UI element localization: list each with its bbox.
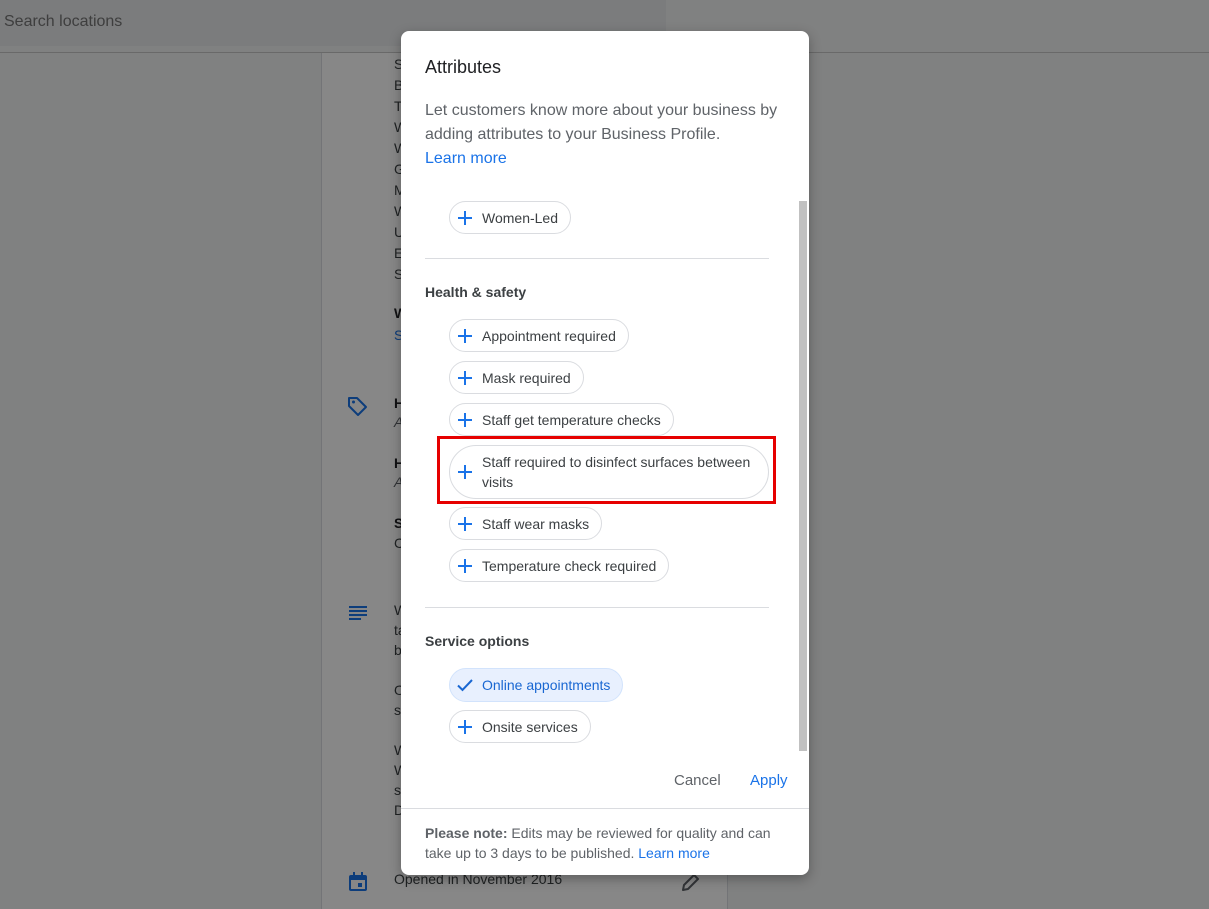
chip-staff-temperature-checks[interactable]: Staff get temperature checks: [449, 403, 674, 436]
attributes-dialog: Attributes Let customers know more about…: [401, 31, 809, 875]
chip-label: Appointment required: [482, 327, 616, 344]
chip-temperature-check-required[interactable]: Temperature check required: [449, 549, 670, 582]
dialog-footer-note: Please note: Edits may be reviewed for q…: [425, 823, 785, 863]
chip-label: Women-Led: [482, 209, 559, 226]
note-label: Please note:: [425, 825, 508, 841]
plus-icon: [458, 516, 472, 531]
chip-label: Temperature check required: [482, 557, 657, 574]
chip-mask-required[interactable]: Mask required: [449, 361, 584, 394]
check-icon: [457, 679, 473, 692]
chip-label: Staff wear masks: [482, 515, 590, 532]
plus-icon: [458, 210, 472, 225]
dialog-description: Let customers know more about your busin…: [425, 99, 787, 171]
section-divider: [425, 607, 769, 608]
cancel-button[interactable]: Cancel: [674, 772, 721, 789]
service-options-title: Service options: [425, 633, 530, 649]
chip-onsite-services[interactable]: Onsite services: [449, 710, 591, 743]
chip-women-led[interactable]: Women-Led: [449, 201, 572, 234]
highlight-box: [437, 436, 776, 504]
description-text: Let customers know more about your busin…: [425, 102, 778, 143]
plus-icon: [458, 719, 472, 734]
chip-label: Staff get temperature checks: [482, 411, 661, 428]
chip-label: Online appointments: [482, 677, 611, 693]
chip-online-appointments[interactable]: Online appointments: [449, 668, 624, 702]
section-divider: [425, 258, 769, 259]
chip-label: Onsite services: [482, 718, 578, 735]
plus-icon: [458, 328, 472, 343]
health-safety-title: Health & safety: [425, 284, 527, 300]
footer-divider: [401, 808, 809, 809]
apply-button[interactable]: Apply: [750, 772, 788, 789]
scrollbar-thumb[interactable]: [799, 201, 807, 751]
plus-icon: [458, 370, 472, 385]
chip-staff-wear-masks[interactable]: Staff wear masks: [449, 507, 603, 540]
footer-learn-more-link[interactable]: Learn more: [638, 845, 710, 861]
dialog-title: Attributes: [425, 57, 502, 77]
scrollbar[interactable]: [799, 201, 807, 751]
chip-label: Mask required: [482, 369, 571, 386]
plus-icon: [458, 412, 472, 427]
chip-appointment-required[interactable]: Appointment required: [449, 319, 629, 352]
learn-more-link[interactable]: Learn more: [425, 147, 787, 171]
plus-icon: [458, 558, 472, 573]
